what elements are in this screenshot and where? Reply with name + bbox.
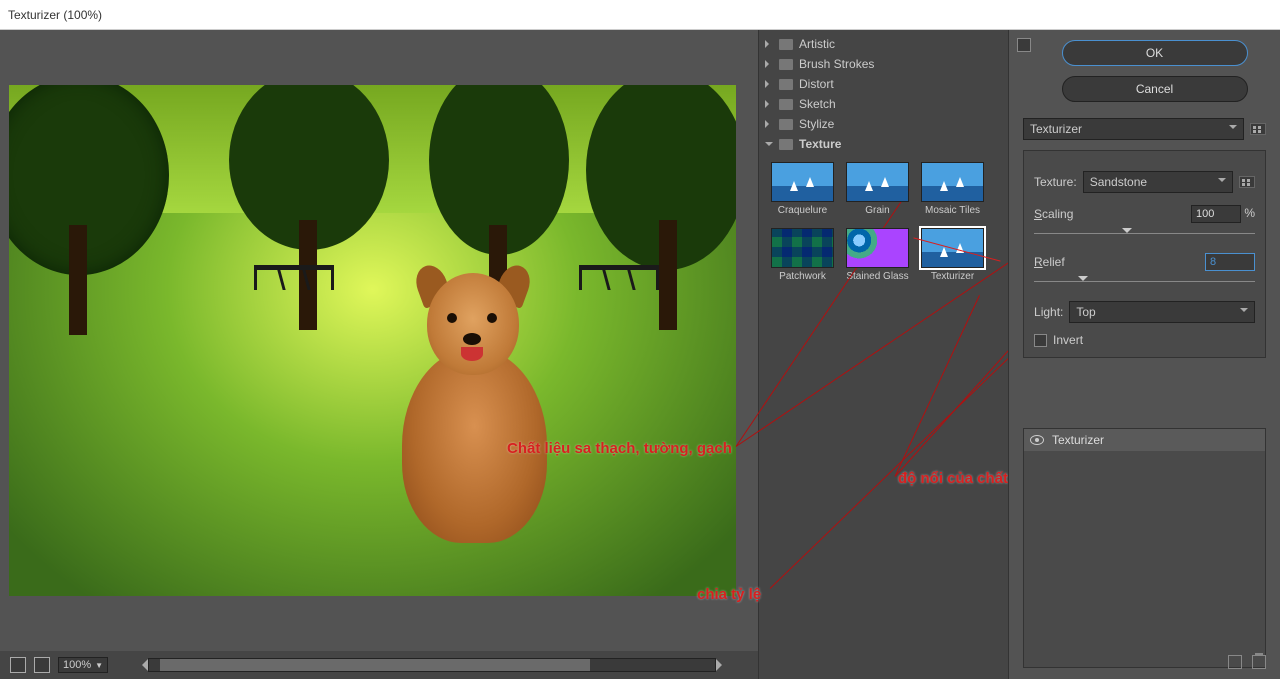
- chevron-down-icon: [1240, 308, 1248, 316]
- folder-icon: [779, 119, 793, 130]
- zoom-value: 100%: [63, 659, 91, 671]
- collapse-gallery-button[interactable]: [1017, 38, 1031, 52]
- invert-checkbox[interactable]: [1034, 334, 1047, 347]
- invert-label: Invert: [1053, 333, 1083, 347]
- window-title: Texturizer (100%): [8, 8, 102, 22]
- category-stylize[interactable]: Stylize: [765, 114, 1002, 134]
- filter-options-button[interactable]: [1250, 123, 1266, 135]
- filter-thumb-craquelure[interactable]: Craquelure: [771, 162, 834, 216]
- visibility-icon[interactable]: [1030, 435, 1044, 445]
- category-sketch[interactable]: Sketch: [765, 94, 1002, 114]
- h-scrollbar[interactable]: [148, 658, 716, 672]
- filter-thumb-texturizer[interactable]: Texturizer: [921, 228, 984, 282]
- annotation-texture: Chất liệu sa thạch, tường, gạch: [507, 440, 732, 457]
- filter-thumb-patchwork[interactable]: Patchwork: [771, 228, 834, 282]
- scroll-right-button[interactable]: [716, 659, 728, 671]
- chevron-down-icon: [1229, 125, 1237, 133]
- folder-icon: [779, 79, 793, 90]
- new-effect-layer-button[interactable]: [1228, 655, 1242, 669]
- preview-toolbar: 100% ▼: [0, 651, 758, 679]
- effect-layer-item[interactable]: Texturizer: [1024, 429, 1265, 451]
- folder-icon: [779, 99, 793, 110]
- annotation-scaling: chia tỷ lệ: [697, 586, 761, 603]
- category-artistic[interactable]: Artistic: [765, 34, 1002, 54]
- controls-column: OK Cancel Texturizer Texture: Sandstone: [1008, 30, 1280, 679]
- filter-thumb-stained-glass[interactable]: Stained Glass: [846, 228, 909, 282]
- folder-icon: [779, 59, 793, 70]
- slider-handle-icon[interactable]: [1122, 228, 1132, 238]
- light-select[interactable]: Top: [1069, 301, 1255, 323]
- filter-thumb-mosaic-tiles[interactable]: Mosaic Tiles: [921, 162, 984, 216]
- texture-select[interactable]: Sandstone: [1083, 171, 1233, 193]
- scaling-input[interactable]: [1191, 205, 1241, 223]
- texture-load-button[interactable]: [1239, 176, 1255, 188]
- filter-gallery: Artistic Brush Strokes Distort Sketch St…: [758, 30, 1008, 679]
- category-brush-strokes[interactable]: Brush Strokes: [765, 54, 1002, 74]
- fit-view-button[interactable]: [10, 657, 26, 673]
- title-bar: Texturizer (100%): [0, 0, 1280, 30]
- scroll-left-button[interactable]: [136, 659, 148, 671]
- delete-effect-layer-button[interactable]: [1252, 655, 1266, 669]
- zoom-select[interactable]: 100% ▼: [58, 657, 108, 673]
- scaling-slider[interactable]: [1034, 227, 1255, 241]
- effect-layers-list: Texturizer: [1023, 428, 1266, 668]
- preview-canvas: Chất liệu sa thạch, tường, gạch: [9, 85, 736, 596]
- relief-input[interactable]: [1205, 253, 1255, 271]
- texture-label: Texture:: [1034, 175, 1077, 189]
- cancel-button[interactable]: Cancel: [1062, 76, 1248, 102]
- chevron-down-icon: [1218, 178, 1226, 186]
- relief-label: Relief: [1034, 255, 1065, 269]
- filter-thumb-grain[interactable]: Grain: [846, 162, 909, 216]
- folder-icon: [779, 39, 793, 50]
- category-distort[interactable]: Distort: [765, 74, 1002, 94]
- relief-slider[interactable]: [1034, 275, 1255, 289]
- category-texture[interactable]: Texture: [765, 134, 1002, 154]
- preview-column: Chất liệu sa thạch, tường, gạch độ nổi c…: [0, 30, 758, 679]
- scaling-label: Scaling: [1034, 207, 1073, 221]
- folder-icon: [779, 139, 793, 150]
- ok-button[interactable]: OK: [1062, 40, 1248, 66]
- actual-pixels-button[interactable]: [34, 657, 50, 673]
- filter-select[interactable]: Texturizer: [1023, 118, 1244, 140]
- slider-handle-icon[interactable]: [1078, 276, 1088, 286]
- scaling-unit: %: [1244, 206, 1255, 220]
- light-label: Light:: [1034, 305, 1063, 319]
